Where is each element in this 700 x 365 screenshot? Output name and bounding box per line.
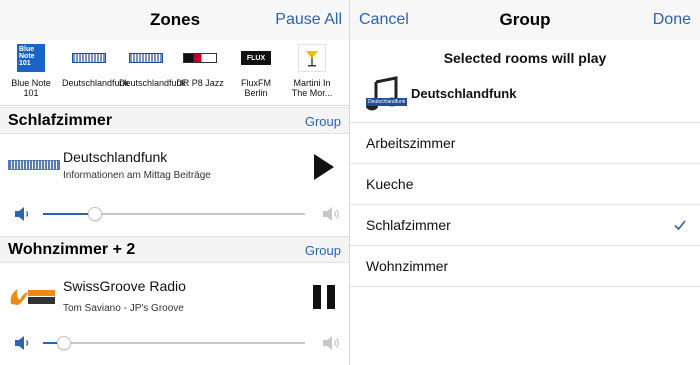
martini-logo — [294, 44, 330, 72]
zone-header-wohnzimmer: Wohnzimmer + 2 Group — [0, 236, 349, 263]
station-fluxfm[interactable]: FLUX FluxFM Berlin — [229, 44, 283, 98]
group-navbar: Cancel Group Done — [350, 0, 700, 40]
station-name: Martini In The Mor... — [291, 78, 333, 98]
current-station: Deutschlandfunk — [411, 86, 517, 101]
album-art-label: Deutschlandfunk — [366, 98, 408, 106]
volume-thumb[interactable] — [57, 336, 71, 350]
room-name: Arbeitszimmer — [366, 135, 456, 151]
station-name: Deutschlandfunk — [119, 78, 187, 88]
zone-player-schlafzimmer: Deutschlandfunk Informationen am Mittag … — [0, 135, 349, 230]
room-name: Wohnzimmer — [366, 258, 449, 274]
station-title: Deutschlandfunk — [63, 149, 168, 165]
zone-title: Schlafzimmer — [8, 112, 113, 129]
room-row-arbeitszimmer[interactable]: Arbeitszimmer — [350, 123, 700, 164]
room-name: Schlafzimmer — [366, 217, 451, 233]
group-button[interactable]: Group — [305, 114, 341, 129]
group-button[interactable]: Group — [305, 243, 341, 258]
pause-button[interactable] — [312, 284, 336, 315]
volume-low-icon — [15, 207, 29, 221]
station-name: FluxFM Berlin — [241, 78, 271, 98]
group-title: Group — [499, 10, 551, 29]
selected-rooms-info: Selected rooms will play — [443, 50, 607, 66]
station-name: Blue Note 101 — [11, 78, 51, 98]
deutschlandfunk-logo — [8, 160, 60, 170]
room-row-schlafzimmer[interactable]: Schlafzimmer — [350, 205, 700, 246]
station-name: DR P8 Jazz — [176, 78, 224, 88]
station-dr-p8-jazz[interactable]: DR P8 Jazz — [173, 44, 227, 88]
volume-thumb[interactable] — [88, 207, 102, 221]
done-button[interactable]: Done — [653, 11, 691, 29]
zone-player-wohnzimmer: SwissGroove Radio Tom Saviano - JP's Gro… — [0, 264, 349, 359]
deutschlandfunk-logo — [128, 44, 164, 72]
station-deutschlandfunk-1[interactable]: Deutschlandfunk — [62, 44, 130, 88]
play-icon — [314, 154, 334, 180]
station-martini[interactable]: Martini In The Mor... — [285, 44, 339, 98]
volume-slider[interactable] — [43, 336, 305, 350]
station-title: SwissGroove Radio — [63, 278, 186, 294]
group-info-header: Selected rooms will play Deutschlandfunk… — [350, 40, 700, 123]
volume-slider[interactable] — [43, 207, 305, 221]
pause-icon — [313, 285, 335, 309]
play-button[interactable] — [312, 153, 336, 186]
volume-high-icon — [323, 207, 339, 221]
group-pane: Cancel Group Done Selected rooms will pl… — [350, 0, 700, 365]
checkmark-icon — [674, 220, 686, 231]
zones-pane: Zones Pause All Blue Note 101 Blue Note … — [0, 0, 350, 365]
station-name: Deutschlandfunk — [62, 78, 130, 88]
station-blue-note[interactable]: Blue Note 101 Blue Note 101 — [4, 44, 58, 98]
zone-title: Wohnzimmer + 2 — [8, 241, 136, 258]
track-info: Tom Saviano - JP's Groove — [63, 303, 184, 314]
volume-high-icon — [323, 336, 339, 350]
dr-p8-logo — [182, 44, 218, 72]
fluxfm-logo: FLUX — [238, 44, 274, 72]
station-strip[interactable]: Blue Note 101 Blue Note 101 Deutschlandf… — [0, 40, 349, 106]
room-row-kueche[interactable]: Kueche — [350, 164, 700, 205]
zone-header-schlafzimmer: Schlafzimmer Group — [0, 107, 349, 134]
room-name: Kueche — [366, 176, 414, 192]
zones-navbar: Zones Pause All — [0, 0, 349, 40]
blue-note-logo: Blue Note 101 — [17, 44, 45, 72]
volume-low-icon — [15, 336, 29, 350]
pause-all-button[interactable]: Pause All — [275, 11, 342, 29]
volume-row — [0, 205, 349, 225]
deutschlandfunk-logo — [71, 44, 107, 72]
volume-row — [0, 334, 349, 354]
swissgroove-logo — [8, 284, 58, 313]
music-note-icon — [366, 76, 398, 111]
station-deutschlandfunk-2[interactable]: Deutschlandfunk — [119, 44, 187, 88]
track-info: Informationen am Mittag Beiträge — [63, 170, 211, 181]
room-row-wohnzimmer[interactable]: Wohnzimmer — [350, 246, 700, 287]
